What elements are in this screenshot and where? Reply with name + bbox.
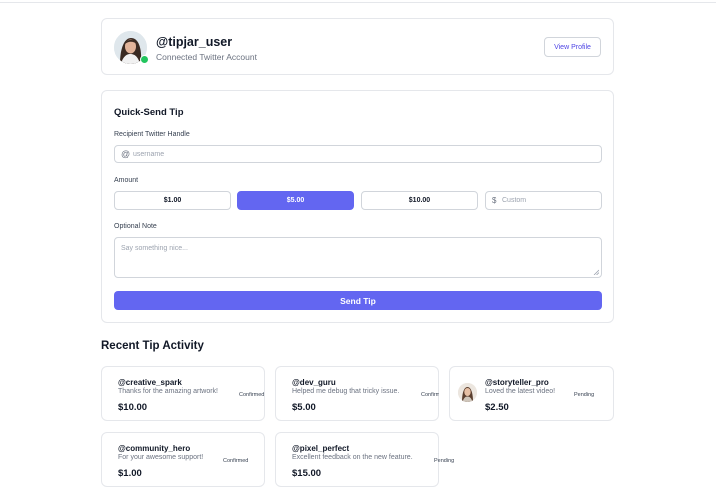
amount-1-button[interactable]: $1.00 — [114, 191, 231, 210]
tip-status: Pending — [434, 458, 455, 464]
send-tip-button[interactable]: Send Tip — [114, 291, 602, 310]
tip-status: Confirmed — [421, 392, 439, 398]
tip-message: Helped me debug that tricky issue. — [292, 388, 400, 395]
tip-handle: @creative_spark — [118, 378, 182, 387]
tip-handle: @pixel_perfect — [292, 444, 350, 453]
tip-amount: $5.00 — [292, 402, 316, 413]
tip-message: For your awesome support! — [118, 454, 204, 461]
tip-card[interactable]: @pixel_perfect Excellent feedback on the… — [275, 432, 454, 487]
top-border — [0, 0, 716, 3]
tip-card[interactable]: @storyteller_pro Loved the latest video!… — [449, 366, 614, 421]
amount-10-button[interactable]: $10.00 — [361, 191, 478, 210]
tip-card[interactable]: @dev_guru Helped me debug that tricky is… — [275, 366, 439, 421]
tip-card[interactable]: @community_hero For your awesome support… — [101, 432, 265, 487]
quick-send-title: Quick-Send Tip — [114, 107, 184, 118]
note-label: Optional Note — [114, 223, 157, 230]
tip-handle: @storyteller_pro — [485, 378, 549, 387]
recent-activity-title: Recent Tip Activity — [101, 340, 204, 352]
resize-grip-icon[interactable] — [593, 269, 599, 275]
profile-avatar[interactable] — [114, 31, 149, 64]
tip-status: Confirmed — [223, 458, 249, 464]
recipient-label: Recipient Twitter Handle — [114, 131, 190, 138]
profile-subtitle: Connected Twitter Account — [156, 52, 257, 62]
tip-card[interactable]: @creative_spark Thanks for the amazing a… — [101, 366, 265, 421]
note-textarea[interactable]: Say something nice... — [114, 237, 602, 278]
note-placeholder: Say something nice... — [121, 245, 188, 252]
amount-label: Amount — [114, 177, 139, 184]
tip-message: Excellent feedback on the new feature. — [292, 454, 413, 461]
tip-status: Pending — [574, 392, 595, 398]
tip-status: Confirmed — [239, 392, 265, 398]
at-sign-icon: @ — [121, 149, 131, 159]
recipient-placeholder: username — [133, 150, 165, 158]
tip-message: Loved the latest video! — [485, 388, 556, 395]
tip-amount: $1.00 — [118, 468, 142, 479]
profile-handle: @tipjar_user — [156, 35, 233, 49]
tip-message: Thanks for the amazing artwork! — [118, 388, 218, 395]
tip-amount: $10.00 — [118, 402, 148, 413]
quick-send-card: Quick-Send Tip Recipient Twitter Handle … — [101, 90, 614, 323]
tip-handle: @community_hero — [118, 444, 191, 453]
online-status-dot — [140, 55, 149, 64]
tip-amount: $15.00 — [292, 468, 322, 479]
custom-amount-placeholder: Custom — [502, 197, 527, 204]
recipient-handle-input[interactable]: @ username — [114, 145, 602, 163]
tip-handle: @dev_guru — [292, 378, 336, 387]
amount-5-button[interactable]: $5.00 — [237, 191, 354, 210]
avatar — [458, 383, 477, 402]
view-profile-button[interactable]: View Profile — [544, 37, 601, 57]
tip-amount: $2.50 — [485, 402, 509, 413]
dollar-sign-icon: $ — [492, 196, 497, 205]
profile-card: @tipjar_user Connected Twitter Account V… — [101, 18, 614, 75]
custom-amount-input[interactable]: $ Custom — [485, 191, 602, 210]
